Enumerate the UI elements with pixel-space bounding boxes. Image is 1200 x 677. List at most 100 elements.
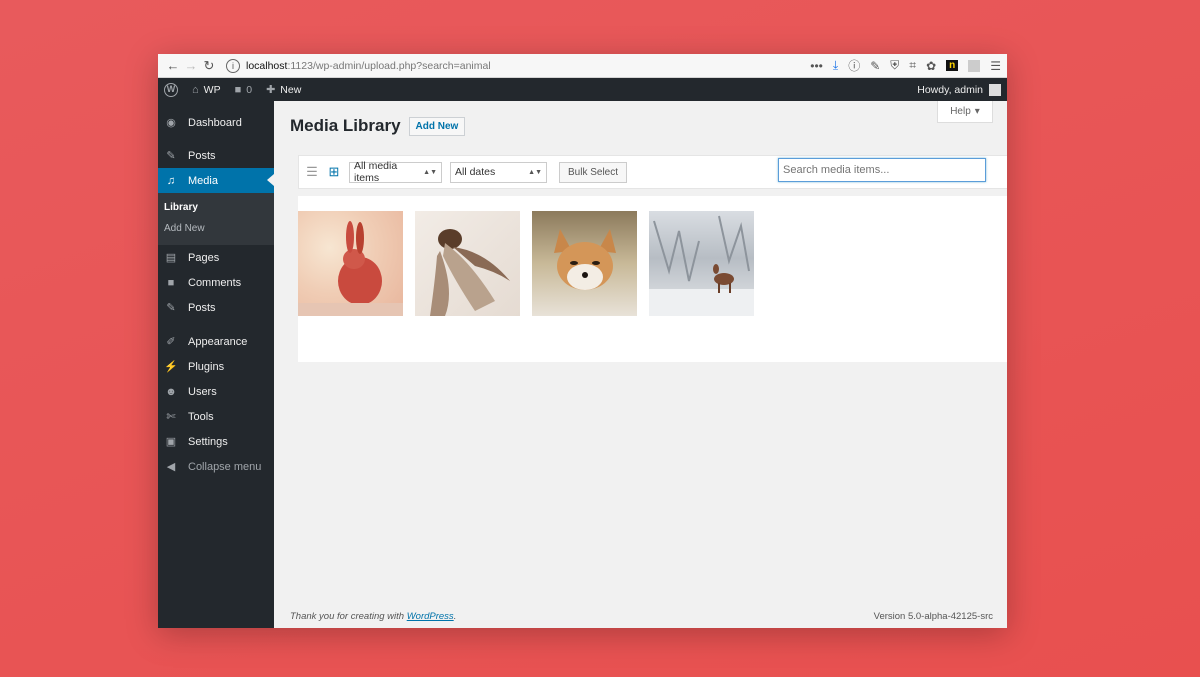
sidebar-item-posts-2[interactable]: ✎ Posts — [158, 295, 274, 320]
comment-icon: ■ — [234, 83, 242, 96]
pin-icon: ✎ — [166, 150, 176, 162]
help-label: Help — [950, 106, 971, 117]
deer-image — [649, 215, 754, 316]
date-filter[interactable]: All dates ▲▼ — [450, 161, 547, 183]
comments-count: 0 — [246, 83, 253, 96]
info-icon[interactable]: i — [226, 58, 240, 73]
extension-icon[interactable]: ⓘ — [848, 57, 860, 74]
url-bar[interactable]: i localhost :1123/wp-admin/upload.php?se… — [226, 56, 810, 76]
media-thumbnail-afghan-hound[interactable] — [415, 211, 520, 316]
sidebar-item-label: Tools — [188, 410, 214, 423]
fox-image — [554, 229, 616, 290]
collapse-menu-button[interactable]: ◀ Collapse menu — [158, 454, 274, 479]
media-grid — [298, 211, 754, 316]
media-submenu: Library Add New — [158, 193, 274, 245]
media-thumbnail-fox[interactable] — [532, 211, 637, 316]
sidebar-item-plugins[interactable]: ⚡ Plugins — [158, 354, 274, 379]
sidebar-item-settings[interactable]: ▣ Settings — [158, 429, 274, 454]
sidebar-item-appearance[interactable]: ✐ Appearance — [158, 329, 274, 354]
sidebar-item-comments[interactable]: ■ Comments — [158, 270, 274, 295]
submenu-item-library[interactable]: Library — [158, 197, 274, 218]
media-type-value: All media items — [354, 160, 398, 184]
title-row: Media Library Add New — [290, 116, 466, 136]
pin-icon: ✎ — [166, 302, 176, 314]
admin-sidebar: ◉ Dashboard ✎ Posts ♫ Media Library Add … — [158, 101, 274, 628]
date-value: All dates — [455, 166, 496, 178]
dropdown-arrow-icon: ▲▼ — [423, 168, 437, 176]
dashboard-icon: ◉ — [166, 117, 176, 129]
url-path: :1123/wp-admin/upload.php?search=animal — [287, 59, 491, 72]
sidebar-item-label: Settings — [188, 435, 228, 448]
sidebar-item-label: Plugins — [188, 360, 225, 373]
sidebar-item-label: Users — [188, 385, 217, 398]
admin-footer: Thank you for creating with WordPress. V… — [290, 611, 993, 622]
more-icon[interactable]: ••• — [810, 59, 823, 73]
crop-icon[interactable]: ⌗ — [909, 58, 916, 73]
footer-version: Version 5.0-alpha-42125-src — [873, 611, 993, 622]
sidebar-item-label: Comments — [188, 276, 242, 289]
footer-thanks-prefix: Thank you for creating with — [290, 611, 407, 622]
hamburger-menu-icon[interactable]: ☰ — [990, 59, 1001, 73]
wordpress-logo-icon: W — [164, 82, 178, 97]
collapse-menu-label: Collapse menu — [188, 460, 262, 473]
sidebar-item-label: Appearance — [188, 335, 248, 348]
dog-image — [430, 229, 510, 316]
help-tab-button[interactable]: Help ▾ — [937, 101, 993, 123]
sidebar-item-media[interactable]: ♫ Media — [158, 168, 274, 193]
sidebar-item-pages[interactable]: ▤ Pages — [158, 245, 274, 270]
account-menu[interactable]: Howdy, admin — [917, 83, 1001, 96]
download-icon[interactable]: ⤓ — [833, 58, 838, 73]
grid-view-icon[interactable]: ⊞ — [327, 165, 341, 179]
avatar — [989, 83, 1001, 96]
wrench-icon[interactable]: ✎ — [870, 59, 880, 73]
caret-down-icon: ▾ — [974, 106, 980, 117]
media-thumbnail-deer[interactable] — [649, 211, 754, 316]
site-name-link[interactable]: ⌂ WP — [192, 84, 221, 96]
sidebar-item-tools[interactable]: ✄ Tools — [158, 404, 274, 429]
comment-icon: ■ — [167, 276, 175, 289]
pages-icon: ▤ — [165, 252, 177, 264]
comments-link[interactable]: ■ 0 — [235, 84, 253, 96]
sidebar-item-dashboard[interactable]: ◉ Dashboard — [158, 110, 274, 135]
list-view-icon[interactable]: ☰ — [305, 165, 319, 179]
footer-thanks-suffix: . — [453, 611, 457, 622]
settings-icon: ▣ — [165, 436, 177, 448]
main-content: Help ▾ Media Library Add New ☰ ⊞ All med… — [274, 101, 1007, 628]
forward-icon[interactable]: → — [182, 58, 200, 73]
extension-square-icon[interactable] — [968, 59, 981, 72]
footer-thanks: Thank you for creating with WordPress. — [290, 611, 456, 622]
admin-bar: W ⌂ WP ■ 0 ✚ New Howdy, admin — [158, 78, 1007, 101]
wordpress-link[interactable]: WordPress — [407, 611, 454, 622]
shield-icon[interactable]: ⛨ — [890, 58, 899, 73]
site-name: WP — [203, 83, 221, 96]
sidebar-item-label: Posts — [188, 301, 216, 314]
toolbar-icons: ••• ⤓ ⓘ ✎ ⛨ ⌗ ✿ n ☰ — [810, 57, 1001, 74]
plus-icon: ✚ — [266, 84, 276, 96]
new-content-menu[interactable]: ✚ New — [266, 83, 302, 97]
new-label: New — [280, 83, 302, 96]
browser-window: ← → ↻ i localhost :1123/wp-admin/upload.… — [158, 54, 1007, 628]
browser-toolbar: ← → ↻ i localhost :1123/wp-admin/upload.… — [158, 54, 1007, 78]
reload-icon[interactable]: ↻ — [200, 58, 218, 74]
media-thumbnail-rabbit[interactable] — [298, 211, 403, 316]
sidebar-item-users[interactable]: ☻ Users — [158, 379, 274, 404]
submenu-item-add-new[interactable]: Add New — [158, 218, 274, 239]
media-type-filter[interactable]: All media items ▲▼ — [349, 160, 442, 184]
plug-icon: ⚡ — [164, 361, 178, 373]
n-extension-icon[interactable]: n — [946, 60, 959, 71]
sidebar-item-posts[interactable]: ✎ Posts — [158, 143, 274, 168]
wp-logo-menu[interactable]: W — [164, 82, 178, 97]
greeting: Howdy, admin — [917, 83, 983, 96]
media-icon: ♫ — [166, 174, 176, 187]
extension-color-icon[interactable]: ✿ — [926, 59, 936, 73]
home-icon: ⌂ — [192, 83, 199, 96]
rabbit-image — [298, 221, 403, 316]
collapse-icon: ◀ — [166, 461, 176, 473]
add-new-button[interactable]: Add New — [408, 116, 466, 136]
back-icon[interactable]: ← — [164, 58, 182, 73]
user-icon: ☻ — [165, 385, 177, 398]
search-input[interactable] — [778, 158, 986, 182]
sidebar-item-label: Dashboard — [188, 116, 242, 129]
bulk-select-button[interactable]: Bulk Select — [559, 161, 628, 183]
dropdown-arrow-icon: ▲▼ — [528, 168, 542, 176]
